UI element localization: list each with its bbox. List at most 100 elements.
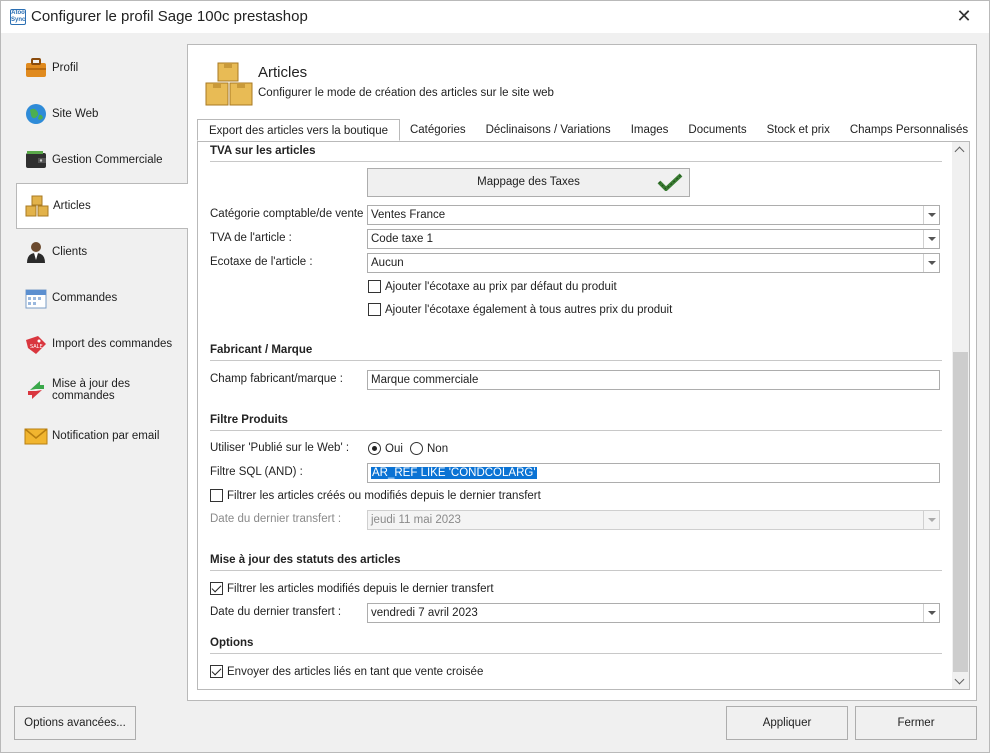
tab-declinaisons[interactable]: Déclinaisons / Variations	[476, 119, 621, 141]
publie-label: Utiliser 'Publié sur le Web' :	[210, 442, 350, 454]
categorie-comptable-label: Catégorie comptable/de vente :	[210, 208, 370, 220]
sidebar-item-notification-email[interactable]: Notification par email	[16, 413, 188, 459]
chevron-down-icon[interactable]	[923, 604, 939, 622]
wallet-icon	[24, 148, 48, 172]
categorie-comptable-select[interactable]: Ventes France	[367, 205, 940, 225]
sidebar-item-import-commandes[interactable]: SALE Import des commandes	[16, 321, 188, 367]
tva-article-value: Code taxe 1	[371, 233, 434, 245]
status-date-label: Date du dernier transfert :	[210, 606, 342, 618]
sidebar-item-label: Articles	[53, 200, 91, 212]
ecotaxe-all-label: Ajouter l'écotaxe également à tous autre…	[385, 303, 673, 316]
filter-modified-checkbox-row[interactable]: Filtrer les articles modifiés depuis le …	[210, 582, 494, 595]
sql-filter-value: AR_REF LIKE 'CONDCOLARG'	[371, 467, 537, 479]
scroll-down-icon[interactable]	[952, 673, 969, 689]
fabricant-field[interactable]: Marque commerciale	[367, 370, 940, 390]
cross-sell-checkbox[interactable]	[210, 665, 223, 678]
chevron-down-icon[interactable]	[923, 254, 939, 272]
ecotaxe-all-checkbox-row[interactable]: Ajouter l'écotaxe également à tous autre…	[368, 303, 672, 316]
cross-sell-label: Envoyer des articles liés en tant que ve…	[227, 665, 484, 678]
sidebar-item-mise-a-jour-commandes[interactable]: Mise à jour des commandes	[16, 367, 188, 413]
sidebar-item-label: Commandes	[52, 292, 118, 304]
section-title-filtre: Filtre Produits	[210, 414, 288, 426]
tab-content: TVA sur les articles Mappage des Taxes C…	[197, 142, 970, 690]
mapping-taxes-label: Mappage des Taxes	[477, 176, 580, 188]
briefcase-icon	[24, 56, 48, 80]
ecotaxe-label: Ecotaxe de l'article :	[210, 256, 313, 268]
fabricant-label: Champ fabricant/marque :	[210, 373, 343, 385]
person-icon	[24, 240, 48, 264]
page-title: Articles	[258, 64, 308, 81]
chevron-down-icon[interactable]	[923, 511, 939, 529]
filter-created-checkbox-row[interactable]: Filtrer les articles créés ou modifiés d…	[210, 489, 541, 502]
section-title-options: Options	[210, 637, 254, 649]
page-subtitle: Configurer le mode de création des artic…	[258, 87, 554, 99]
sidebar-item-gestion-commerciale[interactable]: Gestion Commerciale	[16, 137, 188, 183]
title-bar: Atoo Sync Configurer le profil Sage 100c…	[1, 1, 989, 33]
radio-oui-row[interactable]: Oui	[368, 442, 403, 455]
filter-created-checkbox[interactable]	[210, 489, 223, 502]
dialog-window: Atoo Sync Configurer le profil Sage 100c…	[0, 0, 990, 753]
section-divider	[210, 360, 942, 361]
status-date-select[interactable]: vendredi 7 avril 2023	[367, 603, 940, 623]
scroll-thumb[interactable]	[953, 352, 968, 672]
last-transfer-date-value: jeudi 11 mai 2023	[371, 514, 461, 526]
radio-non-row[interactable]: Non	[410, 442, 448, 455]
ecotaxe-all-checkbox[interactable]	[368, 303, 381, 316]
mapping-taxes-button[interactable]: Mappage des Taxes	[367, 168, 690, 197]
ecotaxe-default-checkbox[interactable]	[368, 280, 381, 293]
tab-images[interactable]: Images	[621, 119, 679, 141]
sidebar-item-commandes[interactable]: Commandes	[16, 275, 188, 321]
section-divider	[210, 570, 942, 571]
sidebar-item-label: Gestion Commerciale	[52, 154, 163, 166]
cross-sell-checkbox-row[interactable]: Envoyer des articles liés en tant que ve…	[210, 665, 483, 678]
tab-categories[interactable]: Catégories	[400, 119, 476, 141]
sql-filter-label: Filtre SQL (AND) :	[210, 466, 303, 478]
chevron-down-icon[interactable]	[923, 206, 939, 224]
envelope-icon	[24, 424, 48, 448]
radio-non[interactable]	[410, 442, 423, 455]
ecotaxe-select[interactable]: Aucun	[367, 253, 940, 273]
tab-stock-prix[interactable]: Stock et prix	[757, 119, 840, 141]
chevron-down-icon[interactable]	[923, 230, 939, 248]
filter-created-label: Filtrer les articles créés ou modifiés d…	[227, 489, 541, 502]
tab-export-articles[interactable]: Export des articles vers la boutique	[197, 119, 400, 141]
section-divider	[210, 430, 942, 431]
sidebar-item-label: Profil	[52, 62, 79, 74]
last-transfer-date-select[interactable]: jeudi 11 mai 2023	[367, 510, 940, 530]
sync-arrows-icon	[24, 378, 48, 402]
sidebar: Profil Site Web Gestion Commerciale Arti…	[16, 45, 188, 459]
section-divider	[210, 653, 942, 654]
status-date-value: vendredi 7 avril 2023	[371, 607, 478, 619]
last-transfer-date-label: Date du dernier transfert :	[210, 513, 342, 525]
sale-tag-icon: SALE	[24, 332, 48, 356]
sidebar-item-label: Clients	[52, 246, 88, 258]
radio-oui-label: Oui	[385, 442, 403, 455]
ecotaxe-default-checkbox-row[interactable]: Ajouter l'écotaxe au prix par défaut du …	[368, 280, 617, 293]
scroll-up-icon[interactable]	[952, 142, 969, 159]
sidebar-item-label: Mise à jour des commandes	[52, 378, 130, 402]
radio-oui[interactable]	[368, 442, 381, 455]
tva-article-label: TVA de l'article :	[210, 232, 292, 244]
filter-modified-checkbox[interactable]	[210, 582, 223, 595]
sidebar-item-label: Site Web	[52, 108, 99, 120]
close-button[interactable]: Fermer	[855, 706, 977, 740]
sql-filter-field[interactable]: AR_REF LIKE 'CONDCOLARG'	[367, 463, 940, 483]
sidebar-item-site-web[interactable]: Site Web	[16, 91, 188, 137]
main-panel: Articles Configurer le mode de création …	[187, 44, 977, 701]
section-divider	[210, 161, 942, 162]
filter-modified-label: Filtrer les articles modifiés depuis le …	[227, 582, 494, 595]
ecotaxe-value: Aucun	[371, 257, 404, 269]
app-logo-icon: Atoo Sync	[10, 9, 26, 25]
tab-documents[interactable]: Documents	[678, 119, 756, 141]
boxes-icon	[204, 61, 256, 109]
tab-champs-personnalises[interactable]: Champs Personnalisés	[840, 119, 978, 141]
close-icon[interactable]: ✕	[955, 6, 973, 27]
sidebar-item-articles[interactable]: Articles	[16, 183, 188, 229]
tva-article-select[interactable]: Code taxe 1	[367, 229, 940, 249]
sidebar-item-profil[interactable]: Profil	[16, 45, 188, 91]
vertical-scrollbar[interactable]	[952, 142, 969, 689]
advanced-options-button[interactable]: Options avancées...	[14, 706, 136, 740]
sidebar-item-clients[interactable]: Clients	[16, 229, 188, 275]
sidebar-item-label: Import des commandes	[52, 338, 173, 350]
apply-button[interactable]: Appliquer	[726, 706, 848, 740]
